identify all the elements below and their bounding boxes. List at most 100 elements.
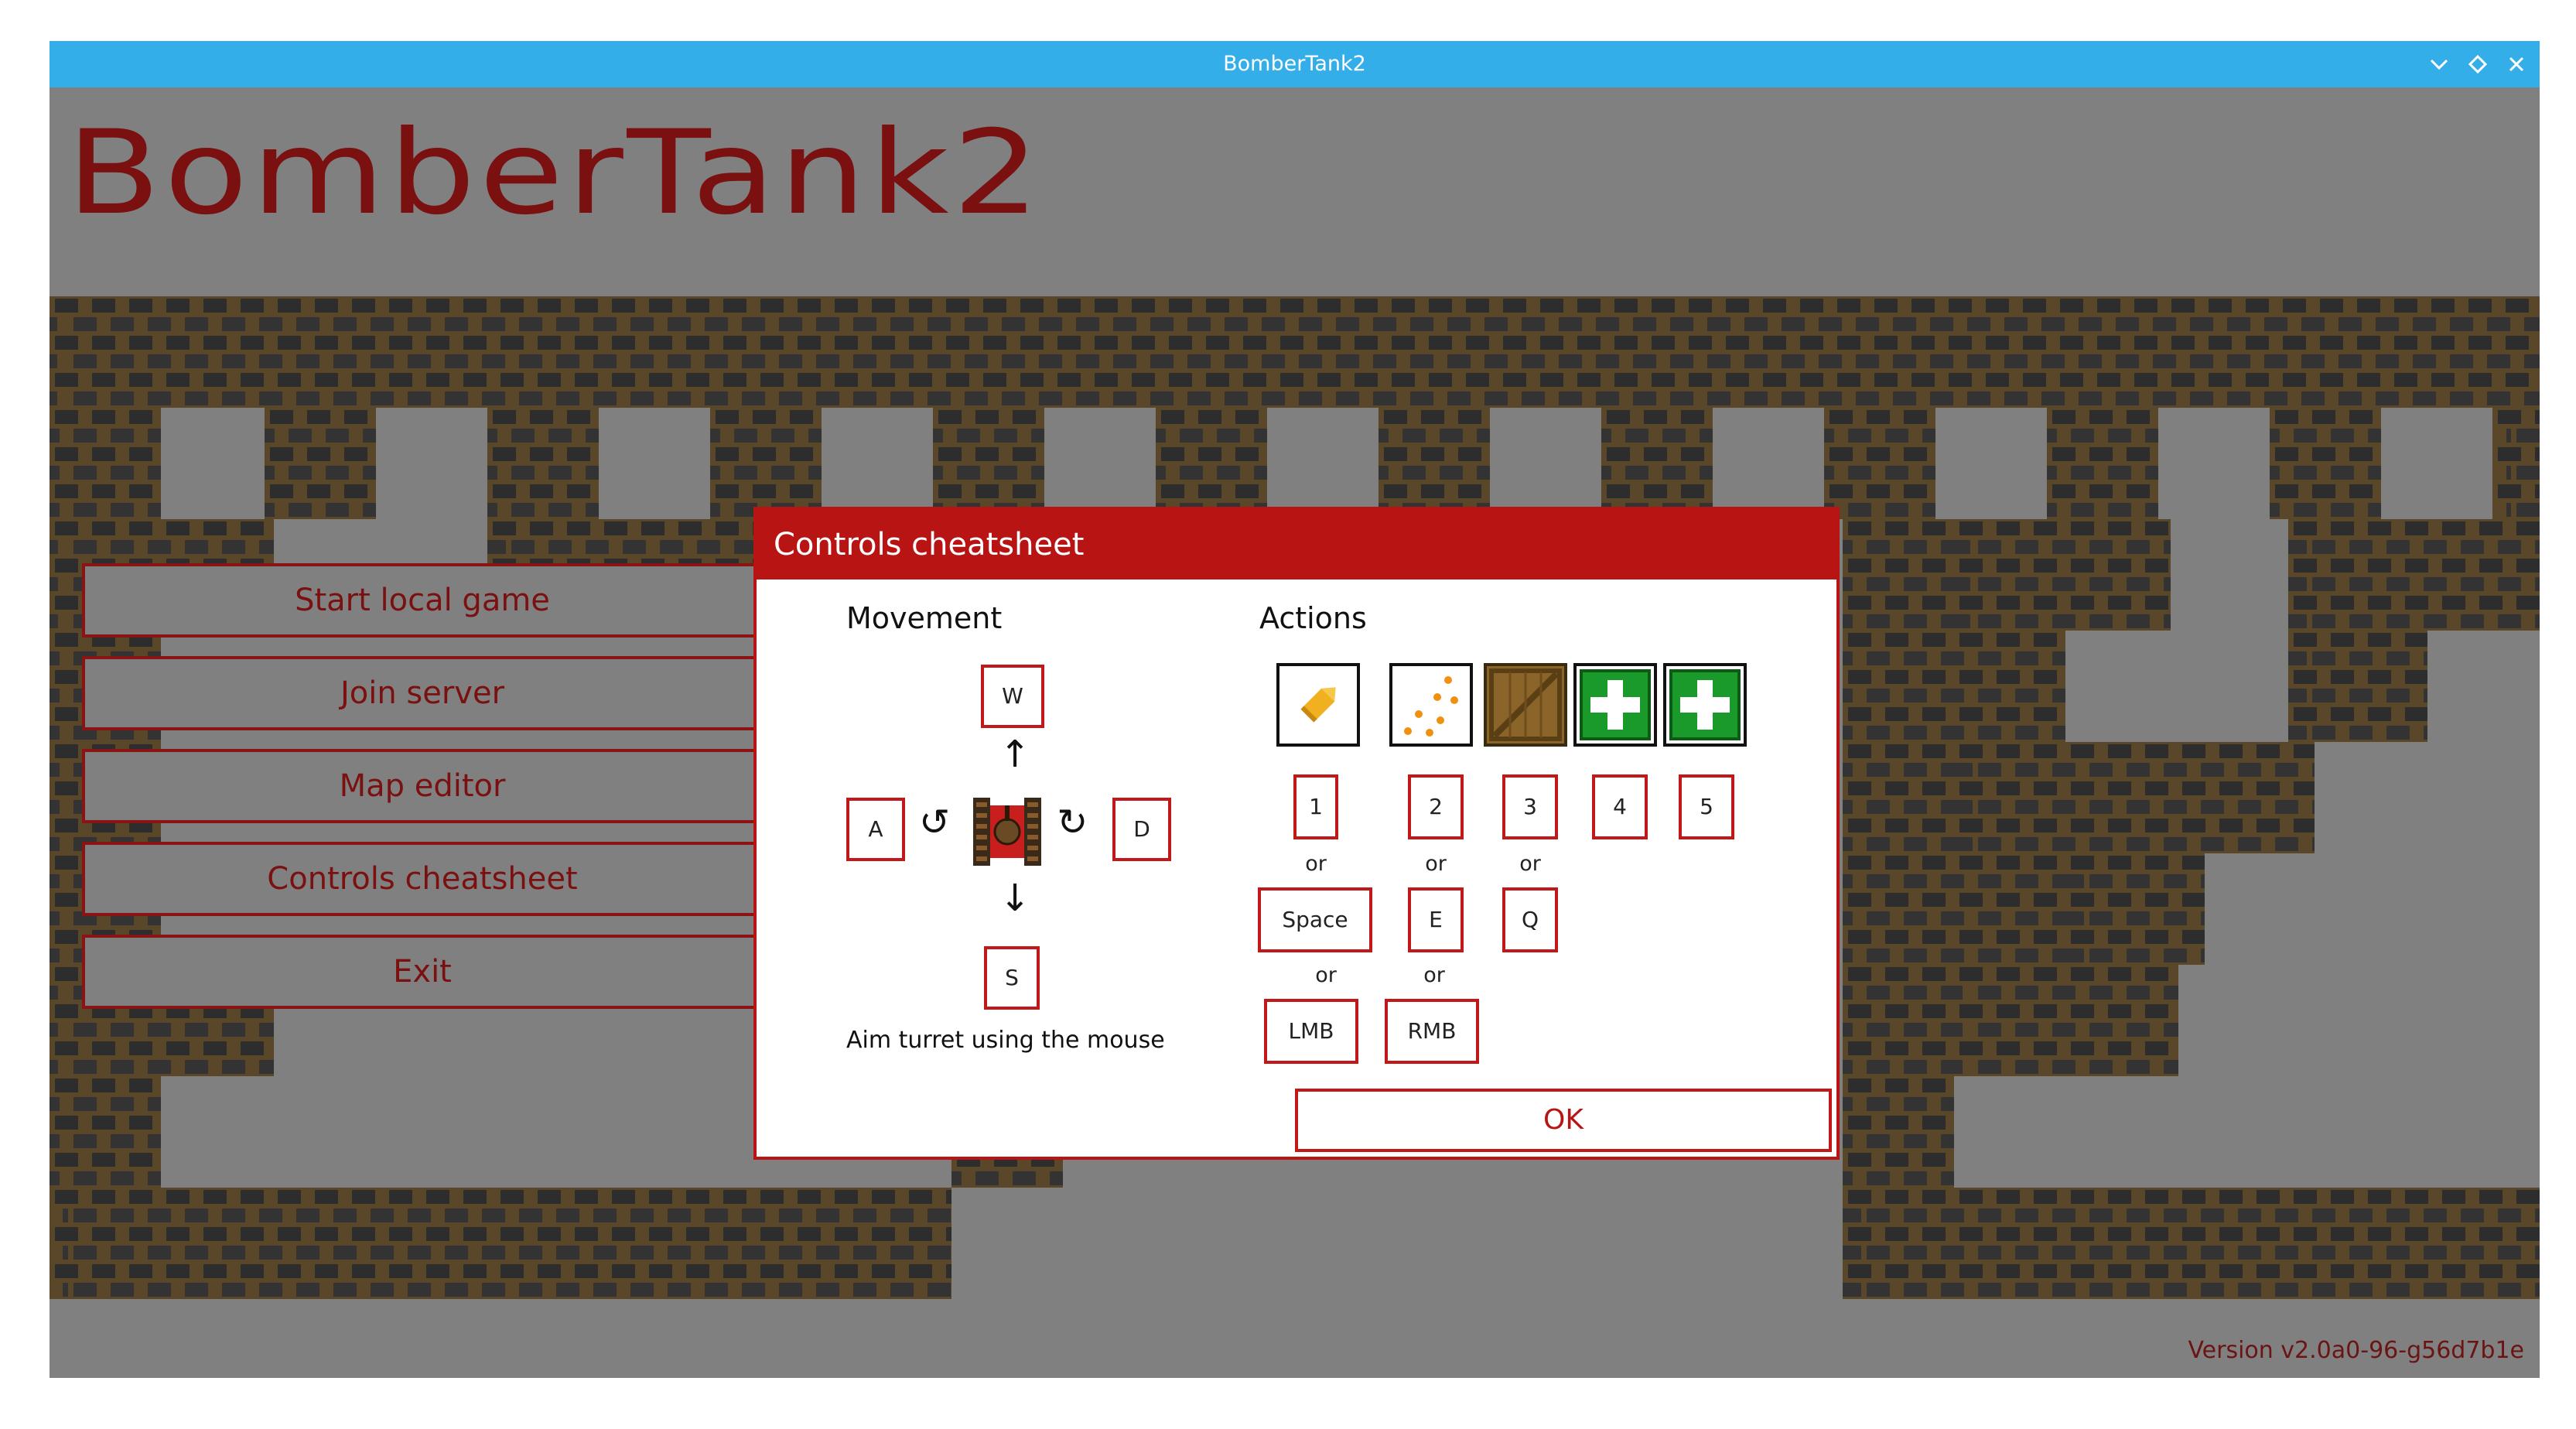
brick-row: [487, 429, 599, 443]
brick-row: [1843, 540, 1954, 554]
brick-row: [265, 503, 376, 517]
key-4: 4: [1592, 774, 1648, 839]
join-server-button[interactable]: Join server: [82, 656, 763, 730]
controls-cheatsheet-button[interactable]: Controls cheatsheet: [82, 842, 763, 916]
brick-block: [2065, 853, 2205, 965]
key-w: W: [981, 665, 1044, 728]
key-space: Space: [1258, 887, 1372, 952]
brick-row: [1824, 466, 1935, 480]
rotate-left-icon: ↺: [919, 801, 951, 844]
brick-row: [1843, 1097, 1954, 1111]
brick-row: [50, 484, 161, 498]
brick-row: [50, 299, 2540, 313]
brick-row: [1843, 633, 1954, 647]
brick-row: [50, 1116, 161, 1130]
brick-row: [1843, 874, 1954, 888]
brick-row: [1601, 466, 1713, 480]
brick-row: [1824, 429, 1935, 443]
brick-row: [1954, 1041, 2178, 1055]
brick-row: [1954, 986, 2178, 1000]
brick-row: [2288, 651, 2427, 665]
down-arrow-icon: ↓: [999, 877, 1031, 920]
brick-row: [1601, 447, 1713, 461]
brick-row: [1843, 1208, 2540, 1222]
maximize-icon[interactable]: [2462, 49, 2493, 80]
brick-row: [1843, 986, 1954, 1000]
brick-block: [265, 408, 376, 519]
brick-row: [1954, 911, 2065, 925]
brick-row: [265, 484, 376, 498]
brick-row: [50, 373, 2540, 387]
or-label: or: [1305, 852, 1327, 876]
brick-row: [2492, 410, 2540, 424]
brick-row: [1954, 967, 2178, 981]
brick-row: [1843, 967, 1954, 981]
map-editor-button[interactable]: Map editor: [82, 749, 763, 823]
key-5: 5: [1679, 774, 1734, 839]
brick-row: [1954, 614, 2171, 628]
brick-row: [50, 1283, 951, 1297]
brick-row: [1954, 670, 2065, 684]
tank-icon: [970, 795, 1044, 869]
brick-row: [710, 484, 822, 498]
brick-row: [2065, 874, 2205, 888]
brick-row: [1843, 930, 1954, 944]
brick-block: [487, 408, 599, 519]
actions-heading: Actions: [1259, 601, 1367, 635]
start-local-game-button[interactable]: Start local game: [82, 563, 763, 638]
brick-row: [1824, 503, 1935, 517]
brick-row: [50, 1079, 161, 1092]
exit-button[interactable]: Exit: [82, 935, 763, 1009]
brick-row: [1601, 410, 1713, 424]
brick-row: [1843, 1079, 1954, 1092]
brick-row: [2270, 447, 2381, 461]
brick-block: [1843, 1188, 2540, 1299]
ok-button[interactable]: OK: [1295, 1089, 1832, 1152]
brick-row: [1843, 1004, 1954, 1018]
title-bar[interactable]: BomberTank2: [50, 41, 2540, 87]
key-e: E: [1408, 887, 1464, 952]
brick-row: [1954, 781, 2315, 795]
brick-block: [1156, 408, 1267, 519]
brick-row: [1156, 447, 1267, 461]
brick-block: [50, 296, 2540, 408]
brick-row: [487, 466, 599, 480]
brick-row: [2492, 484, 2540, 498]
brick-block: [1954, 965, 2178, 1076]
brick-row: [2288, 559, 2540, 573]
brick-row: [50, 1041, 274, 1055]
or-label: or: [1315, 963, 1337, 987]
brick-block: [1954, 742, 2315, 853]
brick-row: [1843, 559, 1954, 573]
brick-block: [2270, 408, 2381, 519]
brick-row: [1954, 540, 2171, 554]
brick-row: [50, 336, 2540, 350]
brick-row: [1601, 484, 1713, 498]
crate-icon: [1484, 663, 1567, 747]
brick-row: [1954, 744, 2315, 758]
brick-row: [2047, 484, 2158, 498]
brick-row: [2492, 429, 2540, 443]
brick-row: [1954, 651, 2065, 665]
key-s: S: [984, 946, 1040, 1010]
brick-row: [1954, 930, 2065, 944]
brick-block: [1379, 408, 1490, 519]
close-icon[interactable]: [2501, 49, 2532, 80]
brick-row: [1843, 689, 1954, 703]
brick-row: [2270, 410, 2381, 424]
brick-row: [1843, 726, 1954, 740]
brick-block: [1601, 408, 1713, 519]
brick-row: [1954, 763, 2315, 777]
brick-row: [1156, 429, 1267, 443]
brick-row: [50, 466, 161, 480]
up-arrow-icon: ↑: [999, 733, 1031, 776]
brick-row: [2047, 447, 2158, 461]
brick-row: [1954, 707, 2065, 721]
shotgun-pellets-icon: [1389, 663, 1473, 747]
key-a: A: [846, 798, 905, 861]
brick-row: [50, 447, 161, 461]
minimize-icon[interactable]: [2424, 49, 2455, 80]
brick-block: [1954, 853, 2065, 965]
brick-row: [1843, 614, 1954, 628]
brick-row: [487, 521, 774, 535]
